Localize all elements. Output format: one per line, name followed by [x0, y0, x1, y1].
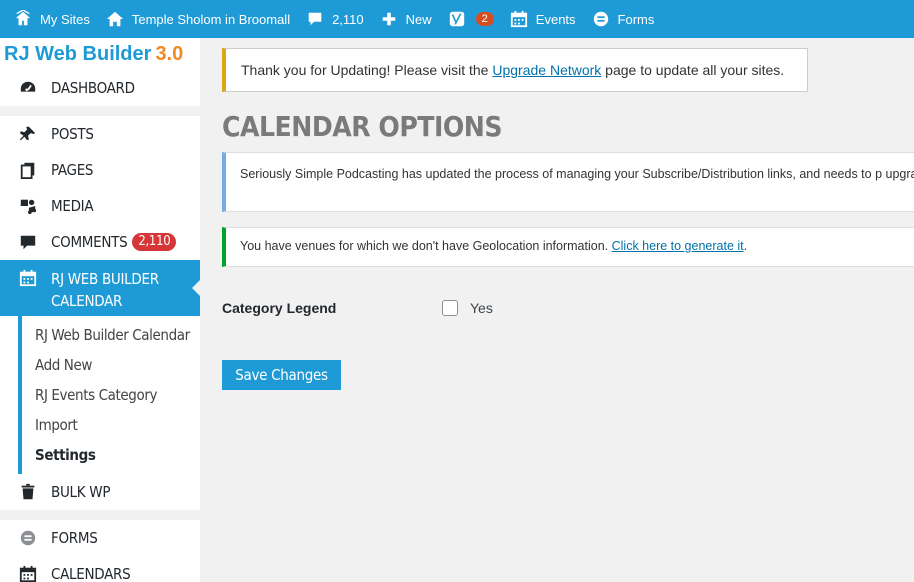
sidebar-item-label: RJ WEB BUILDER CALENDAR: [51, 268, 159, 312]
sidebar-item-dashboard[interactable]: DASHBOARD: [0, 70, 200, 106]
category-legend-label: Category Legend: [222, 300, 337, 316]
sites-icon: [14, 10, 32, 28]
pages-icon: [18, 160, 38, 180]
yoast-badge: 2: [475, 12, 494, 26]
site-name-label: Temple Sholom in Broomall: [131, 11, 291, 27]
calendar-icon: [18, 268, 38, 288]
comments-count-badge: 2,110: [132, 233, 177, 251]
calendar-icon: [18, 564, 38, 582]
sidebar-item-label: MEDIA: [51, 197, 94, 215]
sidebar-item-comments[interactable]: COMMENTS 2,110: [0, 224, 200, 260]
sidebar-item-label: COMMENTS: [51, 233, 128, 251]
new-content-menu[interactable]: New: [372, 0, 440, 38]
sidebar-item-label: DASHBOARD: [51, 79, 135, 97]
submenu-item-add-new[interactable]: Add New: [22, 350, 200, 380]
main-content: Thank you for Updating! Please visit the…: [222, 38, 914, 582]
forms-icon: [18, 528, 38, 548]
category-legend-row: Category Legend Yes: [222, 300, 493, 316]
podcast-notice-text: Seriously Simple Podcasting has updated …: [240, 167, 914, 181]
comments-count: 2,110: [332, 11, 364, 27]
plus-icon: [380, 10, 398, 28]
update-notice: Thank you for Updating! Please visit the…: [222, 48, 808, 92]
admin-bar: My Sites Temple Sholom in Broomall 2,110…: [0, 0, 914, 38]
pin-icon: [18, 124, 38, 144]
sidebar-item-label: BULK WP: [51, 483, 111, 501]
home-icon: [106, 10, 124, 28]
category-legend-checkbox-label[interactable]: Yes: [470, 300, 493, 316]
comment-icon: [306, 10, 324, 28]
admin-sidebar: RJ Web Builder 3.0 DASHBOARD POSTS PAGES …: [0, 38, 200, 582]
calendar-icon: [510, 10, 528, 28]
events-label: Events: [535, 11, 576, 27]
sidebar-item-label: CALENDARS: [51, 565, 131, 582]
sidebar-item-rj-web-builder-calendar[interactable]: RJ WEB BUILDER CALENDAR: [0, 260, 200, 316]
events-menu[interactable]: Events: [502, 0, 584, 38]
brand-version: 3.0: [155, 43, 184, 65]
brand-logo: RJ Web Builder 3.0: [0, 38, 200, 70]
submenu-item-events-category[interactable]: RJ Events Category: [22, 380, 200, 410]
submenu-item-calendar[interactable]: RJ Web Builder Calendar: [22, 320, 200, 350]
forms-icon: [592, 10, 610, 28]
yoast-icon: [448, 10, 466, 28]
venues-notice-text: You have venues for which we don't have …: [240, 239, 612, 253]
update-notice-text-end: page to update all your sites.: [601, 62, 785, 78]
dashboard-icon: [18, 78, 38, 98]
sidebar-item-calendars[interactable]: CALENDARS: [0, 556, 200, 582]
sidebar-item-label: FORMS: [51, 529, 98, 547]
label-line-1: RJ WEB BUILDER: [51, 270, 159, 288]
upgrade-network-link[interactable]: Upgrade Network: [492, 62, 601, 78]
sidebar-item-media[interactable]: MEDIA: [0, 188, 200, 224]
category-legend-checkbox[interactable]: [442, 300, 458, 316]
forms-menu[interactable]: Forms: [584, 0, 663, 38]
trash-icon: [18, 482, 38, 502]
my-sites-label: My Sites: [40, 11, 90, 27]
menu-separator: [0, 106, 200, 116]
sidebar-item-bulk-wp[interactable]: BULK WP: [0, 474, 200, 510]
sidebar-item-pages[interactable]: PAGES: [0, 152, 200, 188]
submenu-item-import[interactable]: Import: [22, 410, 200, 440]
venues-notice: You have venues for which we don't have …: [222, 227, 914, 267]
save-changes-button[interactable]: Save Changes: [222, 360, 341, 390]
sidebar-item-label: POSTS: [51, 125, 94, 143]
brand-name: RJ Web Builder: [4, 43, 152, 65]
sidebar-item-label: PAGES: [51, 161, 94, 179]
site-name-menu[interactable]: Temple Sholom in Broomall: [98, 0, 298, 38]
label-line-2: CALENDAR: [51, 292, 123, 310]
comments-menu[interactable]: 2,110: [298, 0, 372, 38]
generate-geolocation-link[interactable]: Click here to generate it: [612, 239, 744, 253]
venues-notice-end: .: [743, 239, 748, 253]
menu-separator: [0, 510, 200, 520]
forms-label: Forms: [617, 11, 655, 27]
new-label: New: [405, 11, 432, 27]
calendar-submenu: RJ Web Builder Calendar Add New RJ Event…: [18, 316, 200, 474]
sidebar-item-posts[interactable]: POSTS: [0, 116, 200, 152]
page-title: CALENDAR OPTIONS: [222, 110, 502, 143]
submenu-item-settings[interactable]: Settings: [22, 440, 200, 470]
comment-icon: [18, 232, 38, 252]
sidebar-item-forms[interactable]: FORMS: [0, 520, 200, 556]
my-sites-menu[interactable]: My Sites: [6, 0, 98, 38]
media-icon: [18, 196, 38, 216]
yoast-menu[interactable]: 2: [440, 0, 502, 38]
update-notice-text: Thank you for Updating! Please visit the: [241, 62, 493, 78]
podcast-notice: Seriously Simple Podcasting has updated …: [222, 152, 914, 212]
